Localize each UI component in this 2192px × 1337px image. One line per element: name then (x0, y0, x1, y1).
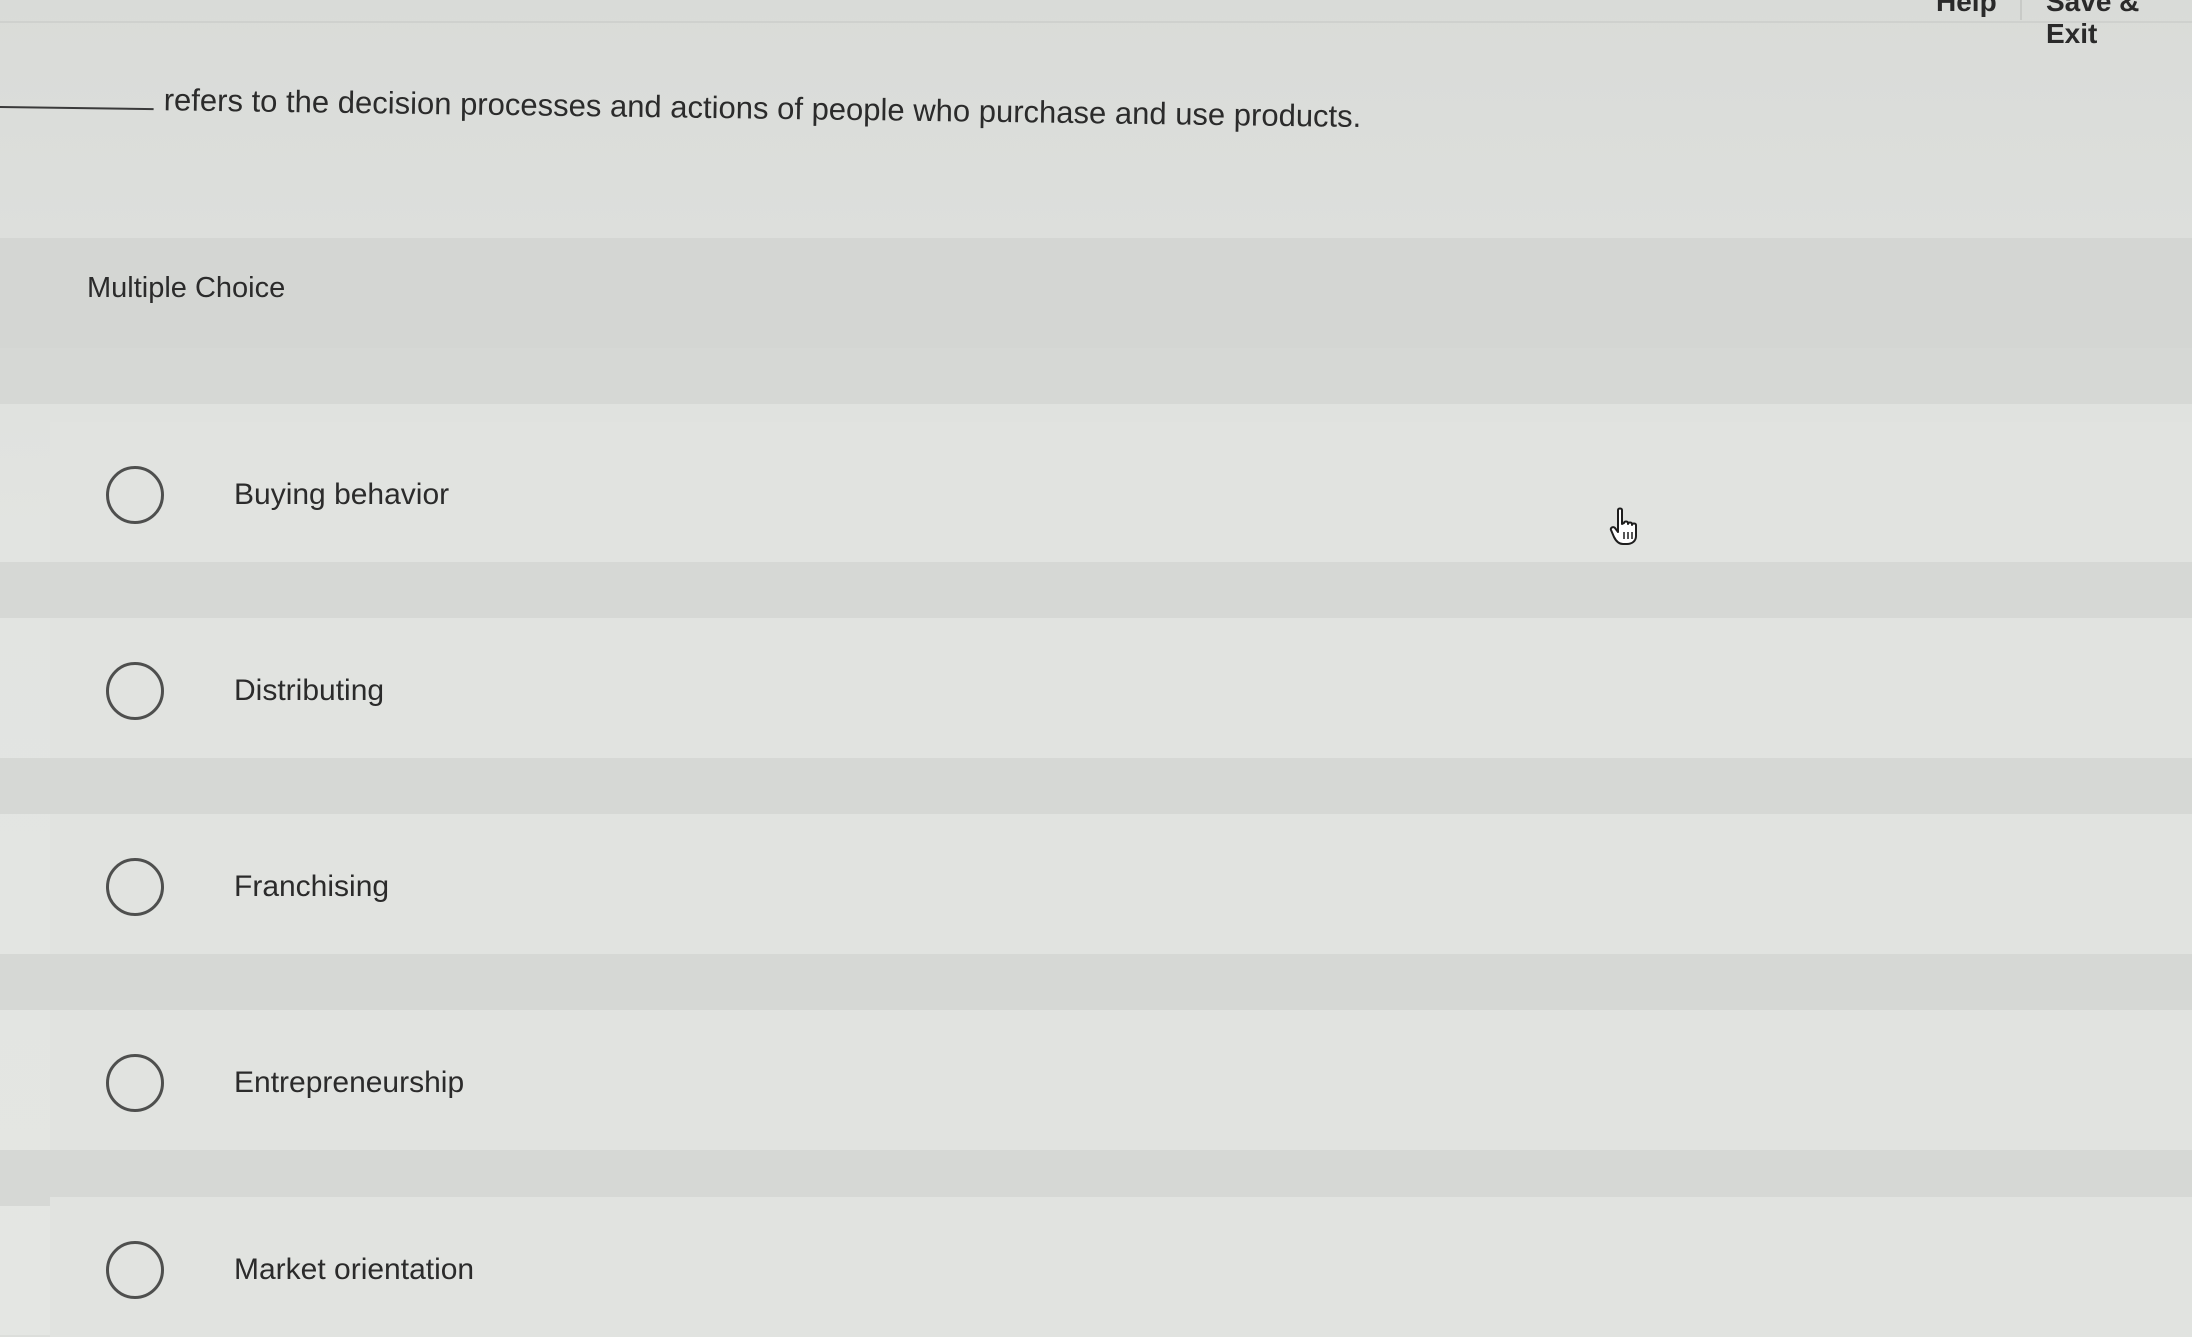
choice-option-1[interactable]: Buying behavior (50, 422, 2192, 562)
choice-option-3[interactable]: Franchising (50, 814, 2192, 954)
choice-option-2[interactable]: Distributing (50, 618, 2192, 758)
choice-label: Distributing (234, 674, 385, 707)
question-prompt: refers to the decision processes and act… (0, 80, 1600, 138)
choice-label: Buying behavior (234, 478, 450, 511)
radio-button-icon[interactable] (106, 858, 164, 916)
question-text: refers to the decision processes and act… (163, 82, 1362, 135)
page: Help Save & Exit refers to the decision … (0, 0, 2192, 1337)
choice-separator (0, 348, 2192, 404)
hand-pointer-icon (1609, 507, 1637, 545)
question-type-band (0, 238, 2192, 348)
help-link[interactable]: Help (1936, 0, 1997, 18)
choice-option-5[interactable]: Market orientation (50, 1197, 2192, 1337)
top-bar-divider (2020, 0, 2022, 20)
radio-button-icon[interactable] (106, 1241, 164, 1299)
choice-separator (0, 954, 2192, 1010)
top-bar: Help Save & Exit (0, 0, 2192, 49)
choice-separator (0, 758, 2192, 814)
save-exit-link[interactable]: Save & Exit (2046, 0, 2192, 50)
choice-separator (0, 562, 2192, 618)
question-type-label: Multiple Choice (87, 272, 286, 304)
radio-button-icon[interactable] (106, 466, 164, 524)
choice-option-4[interactable]: Entrepreneurship (50, 1010, 2192, 1150)
top-bar-rule (0, 21, 2192, 23)
answer-blank (0, 105, 154, 111)
radio-button-icon[interactable] (106, 1054, 164, 1112)
choice-label: Entrepreneurship (234, 1066, 465, 1099)
choice-label: Market orientation (234, 1253, 475, 1286)
choice-label: Franchising (234, 870, 390, 903)
radio-button-icon[interactable] (106, 662, 164, 720)
